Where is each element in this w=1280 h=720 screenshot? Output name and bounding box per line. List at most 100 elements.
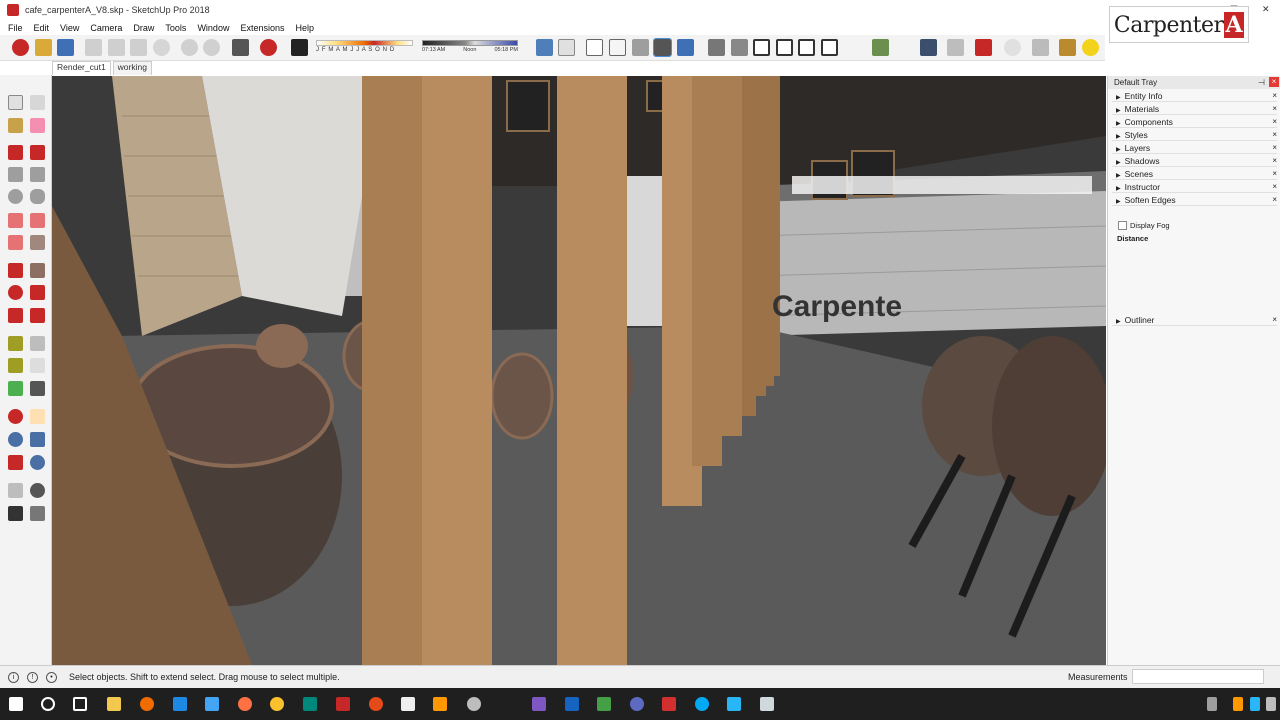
notification-icon[interactable] bbox=[1266, 697, 1276, 711]
display-fog-checkbox[interactable] bbox=[1118, 221, 1127, 230]
right-view-icon[interactable] bbox=[776, 39, 793, 56]
zoom-extents-icon[interactable] bbox=[8, 455, 23, 470]
offset-icon[interactable] bbox=[30, 308, 45, 323]
look-around-icon[interactable] bbox=[30, 483, 45, 498]
app-blue-icon[interactable] bbox=[205, 697, 219, 711]
pie-icon[interactable] bbox=[30, 235, 45, 250]
plugin-b-icon[interactable] bbox=[920, 39, 937, 56]
app-red-icon[interactable] bbox=[369, 697, 383, 711]
search-icon[interactable] bbox=[41, 697, 55, 711]
credits-icon[interactable]: ! bbox=[27, 671, 38, 683]
monochrome-icon[interactable] bbox=[677, 39, 694, 56]
follow-me-icon[interactable] bbox=[30, 285, 45, 300]
chrome-icon[interactable] bbox=[270, 697, 284, 711]
plugin-e-icon[interactable] bbox=[1004, 39, 1021, 56]
close-icon[interactable]: × bbox=[1272, 103, 1277, 115]
open-folder-icon[interactable] bbox=[35, 39, 52, 56]
menu-help[interactable]: Help bbox=[295, 23, 314, 33]
scale-icon[interactable] bbox=[8, 308, 23, 323]
polygon-icon[interactable] bbox=[30, 189, 45, 204]
two-point-arc-icon[interactable] bbox=[30, 213, 45, 228]
menu-window[interactable]: Window bbox=[197, 23, 229, 33]
panel-soften-edges[interactable]: ▶ Soften Edges × bbox=[1112, 194, 1277, 206]
display-fog-row[interactable]: Display Fog bbox=[1118, 221, 1170, 230]
windows-start-icon[interactable] bbox=[9, 697, 23, 711]
plugin-d-icon[interactable] bbox=[975, 39, 992, 56]
left-view-icon[interactable] bbox=[821, 39, 838, 56]
measurements-input[interactable] bbox=[1132, 669, 1264, 684]
shadow-toggle-icon[interactable] bbox=[291, 39, 308, 56]
panel-instructor[interactable]: ▶ Instructor × bbox=[1112, 181, 1277, 193]
tape-measure-icon[interactable] bbox=[8, 336, 23, 351]
print-icon[interactable] bbox=[232, 39, 249, 56]
close-icon[interactable]: × bbox=[1272, 168, 1277, 180]
move-icon[interactable] bbox=[8, 263, 23, 278]
plugin-g-icon[interactable] bbox=[1059, 39, 1076, 56]
skype-icon[interactable] bbox=[695, 697, 709, 711]
cut-icon[interactable] bbox=[85, 39, 102, 56]
top-view-icon[interactable] bbox=[731, 39, 748, 56]
backedges-icon[interactable] bbox=[558, 39, 575, 56]
paste-icon[interactable] bbox=[130, 39, 147, 56]
panel-materials[interactable]: ▶ Materials × bbox=[1112, 103, 1277, 115]
panel-outliner[interactable]: ▶ Outliner × bbox=[1112, 314, 1277, 326]
menu-file[interactable]: File bbox=[8, 23, 23, 33]
zoom-window-icon[interactable] bbox=[30, 432, 45, 447]
app-light-icon[interactable] bbox=[760, 697, 774, 711]
close-icon[interactable]: × bbox=[1272, 194, 1277, 206]
front-view-icon[interactable] bbox=[753, 39, 770, 56]
axes-icon[interactable] bbox=[8, 381, 23, 396]
make-component-icon[interactable] bbox=[30, 95, 45, 110]
sketchup-taskbar-icon[interactable] bbox=[336, 697, 350, 711]
dimension-icon[interactable] bbox=[30, 336, 45, 351]
file-explorer-icon[interactable] bbox=[107, 697, 121, 711]
app-teal-icon[interactable] bbox=[303, 697, 317, 711]
select-arrow-icon[interactable] bbox=[8, 95, 23, 110]
line-icon[interactable] bbox=[8, 145, 23, 160]
circle-icon[interactable] bbox=[8, 189, 23, 204]
plugin-a-icon[interactable] bbox=[872, 39, 889, 56]
close-icon[interactable]: × bbox=[1272, 181, 1277, 193]
app-cyan-icon[interactable] bbox=[727, 697, 741, 711]
close-window-button[interactable]: ✕ bbox=[1262, 4, 1270, 15]
menu-camera[interactable]: Camera bbox=[90, 23, 122, 33]
model-info-icon[interactable] bbox=[260, 39, 277, 56]
network-icon[interactable] bbox=[1233, 697, 1243, 711]
shaded-icon[interactable] bbox=[632, 39, 649, 56]
erase-icon[interactable] bbox=[153, 39, 170, 56]
menu-extensions[interactable]: Extensions bbox=[240, 23, 284, 33]
filezilla-icon[interactable] bbox=[662, 697, 676, 711]
firefox-icon[interactable] bbox=[238, 697, 252, 711]
plugin-f-icon[interactable] bbox=[1032, 39, 1049, 56]
close-tray-icon[interactable]: × bbox=[1269, 77, 1279, 87]
protractor-icon[interactable] bbox=[8, 358, 23, 373]
xray-icon[interactable] bbox=[536, 39, 553, 56]
lightbulb-icon[interactable] bbox=[1082, 39, 1099, 56]
app-white-icon[interactable] bbox=[401, 697, 415, 711]
three-point-arc-icon[interactable] bbox=[8, 235, 23, 250]
shadow-time-slider[interactable]: 07:13 AM Noon 05:18 PM bbox=[422, 40, 518, 56]
shaded-textures-icon[interactable] bbox=[653, 38, 672, 57]
task-view-icon[interactable] bbox=[73, 697, 87, 711]
close-icon[interactable]: × bbox=[1272, 90, 1277, 102]
close-icon[interactable]: × bbox=[1272, 116, 1277, 128]
freehand-icon[interactable] bbox=[30, 145, 45, 160]
copy-icon[interactable] bbox=[108, 39, 125, 56]
push-pull-icon[interactable] bbox=[30, 263, 45, 278]
shadow-date-slider[interactable]: J F M A M J J A S O N D bbox=[316, 40, 413, 56]
panel-components[interactable]: ▶ Components × bbox=[1112, 116, 1277, 128]
tab-render-cut1[interactable]: Render_cut1 bbox=[52, 61, 111, 75]
system-tray-icon[interactable] bbox=[1207, 697, 1217, 711]
menu-draw[interactable]: Draw bbox=[133, 23, 154, 33]
hiddenline-icon[interactable] bbox=[609, 39, 626, 56]
pin-icon[interactable]: ⊣ bbox=[1258, 76, 1265, 89]
section-plane-icon[interactable] bbox=[30, 506, 45, 521]
position-camera-icon[interactable] bbox=[8, 483, 23, 498]
rectangle-icon[interactable] bbox=[8, 167, 23, 182]
wireframe-icon[interactable] bbox=[586, 39, 603, 56]
photoshop-icon[interactable] bbox=[565, 697, 579, 711]
arc-icon[interactable] bbox=[8, 213, 23, 228]
close-icon[interactable]: × bbox=[1272, 142, 1277, 154]
app-orange-icon[interactable] bbox=[140, 697, 154, 711]
undo-icon[interactable] bbox=[181, 39, 198, 56]
